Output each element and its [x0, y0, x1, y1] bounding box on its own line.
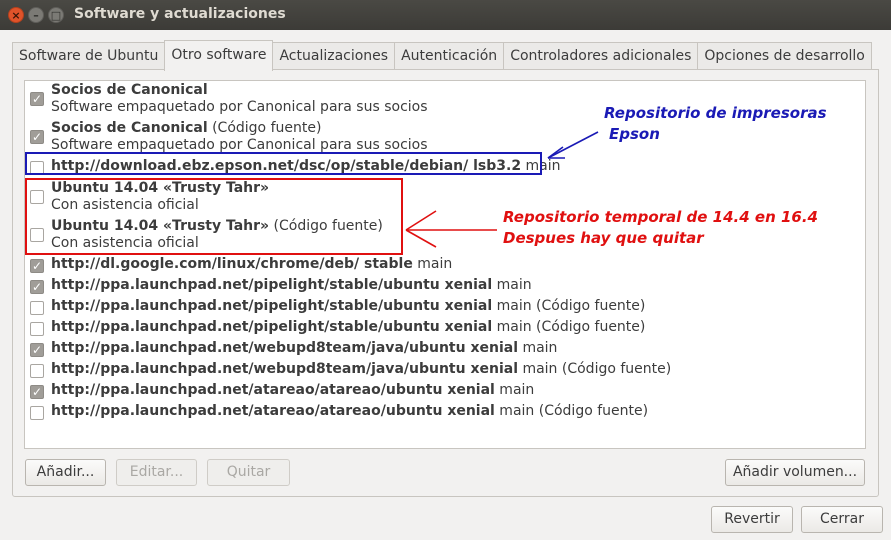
annotation-arrows	[405, 131, 599, 248]
temporal-annotation-line1: Repositorio temporal de 14.4 en 16.4	[503, 208, 818, 226]
temporal-annotation-line2: Despues hay que quitar	[503, 229, 704, 247]
epson-annotation-line1: Repositorio de impresoras	[604, 104, 827, 122]
temporal-arrow-icon	[405, 210, 497, 248]
tab-otro-software[interactable]: Otro software	[164, 40, 274, 71]
epson-arrow-icon	[547, 131, 599, 159]
epson-annotation-line2: Epson	[609, 125, 660, 143]
